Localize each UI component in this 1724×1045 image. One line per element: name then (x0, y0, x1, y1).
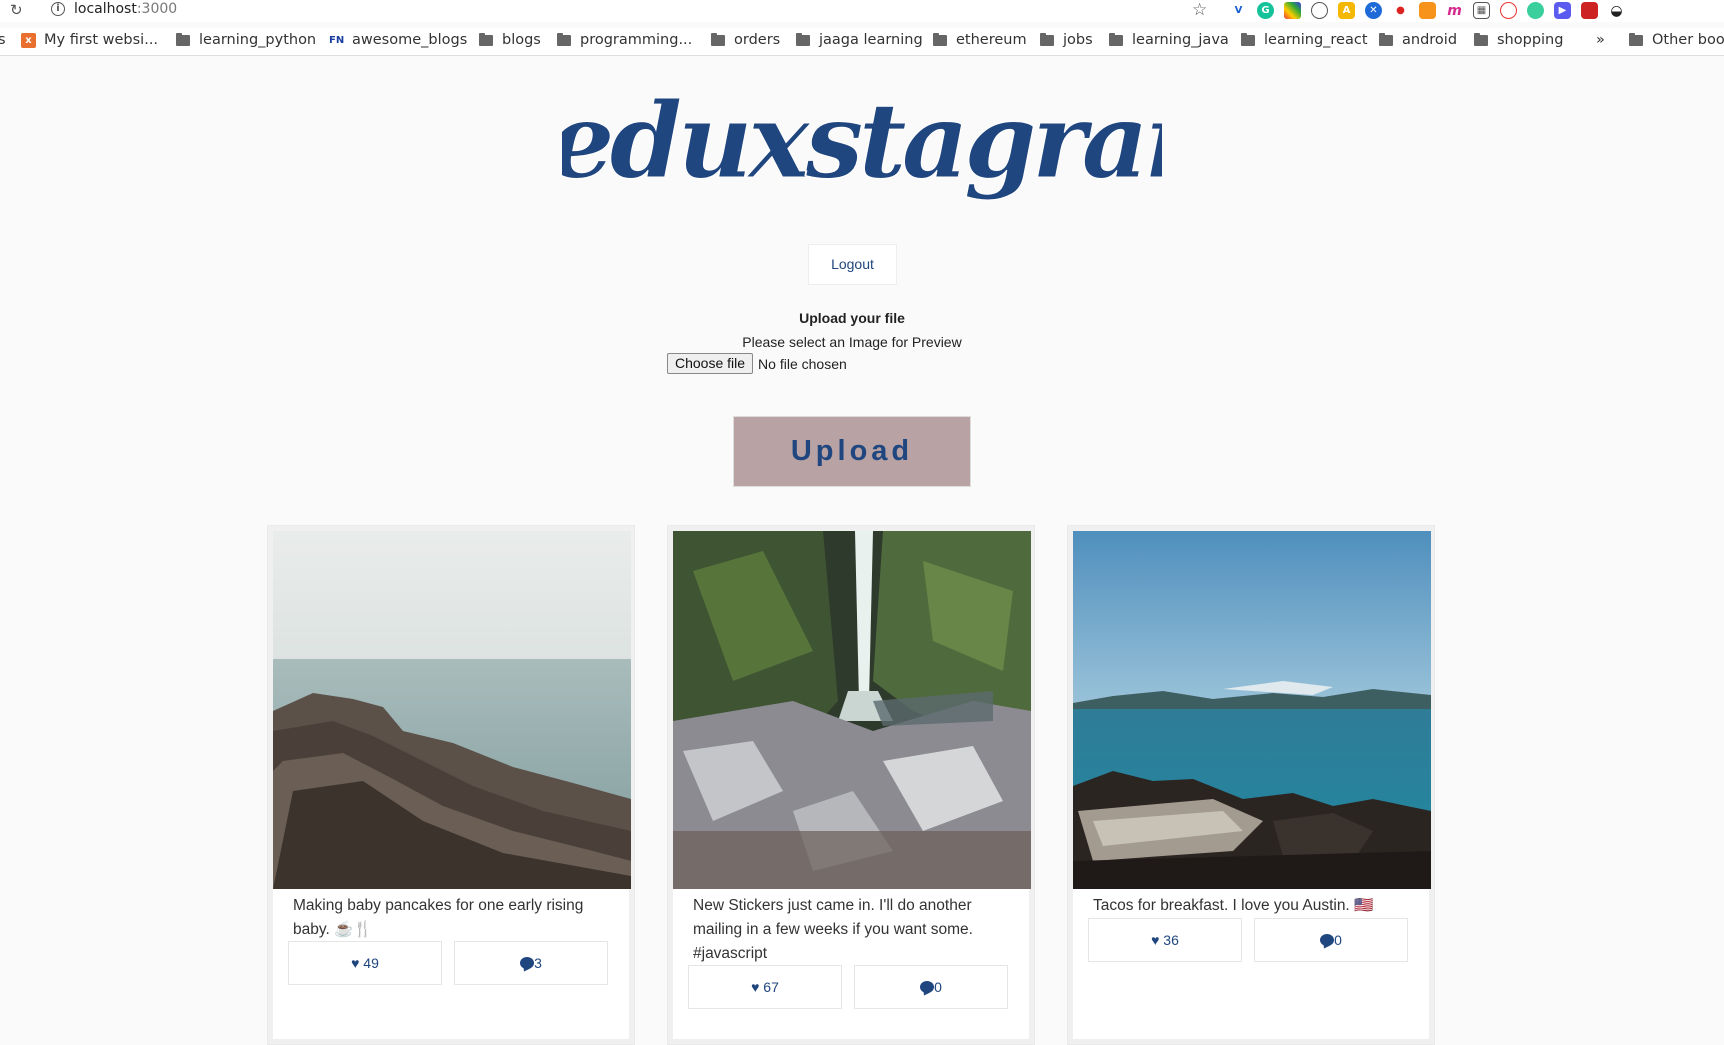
bookmark-folder[interactable]: blogs (479, 32, 541, 48)
bookmark-folder[interactable]: learning_python (176, 32, 316, 48)
app-logo: Reduxstagram (0, 77, 1724, 237)
folder-icon (933, 32, 947, 46)
upload-title: Upload your file (799, 310, 905, 326)
post-card: New Stickers just came in. I'll do anoth… (667, 525, 1035, 1045)
comment-count: 3 (534, 955, 542, 971)
folder-icon (1379, 32, 1393, 46)
folder-icon (1109, 32, 1123, 46)
address-bar[interactable]: localhost:3000 (74, 1, 177, 17)
bookmark-folder[interactable]: ethereum (933, 32, 1027, 48)
folder-icon (176, 32, 190, 46)
folder-icon (1474, 32, 1488, 46)
vue-devtools-icon[interactable]: V (1230, 2, 1247, 19)
comment-count: 0 (934, 979, 942, 995)
folder-icon (557, 32, 571, 46)
file-input: Choose file No file chosen (667, 353, 847, 374)
location-pin-icon[interactable]: ● (1392, 2, 1409, 19)
logout-button[interactable]: Logout (808, 244, 897, 285)
green-circle-icon[interactable] (1527, 2, 1544, 19)
comment-count: 0 (1334, 932, 1342, 948)
bookmark-folder[interactable]: android (1379, 32, 1457, 48)
extension-icons: V G A ✕ ● m ▦ ▶ ◒ (1230, 2, 1625, 19)
grid-extension-icon[interactable]: ▦ (1473, 2, 1490, 19)
post-card: Making baby pancakes for one early risin… (267, 525, 635, 1045)
like-button[interactable]: ♥ 49 (288, 941, 442, 985)
app-page: Reduxstagram Logout Upload your file Ple… (0, 57, 1724, 1045)
bookmark-folder[interactable]: learning_java (1109, 32, 1229, 48)
circle-extension-icon[interactable] (1311, 2, 1328, 19)
browser-toolbar: ↻ i localhost:3000 ☆ V G A ✕ ● m ▦ ▶ ◒ (0, 0, 1724, 22)
bookmark-folder[interactable]: jaaga learning (796, 32, 923, 48)
svg-text:Reduxstagram: Reduxstagram (562, 79, 1162, 202)
folder-icon (479, 32, 493, 46)
site-info-icon[interactable]: i (51, 2, 65, 16)
metamask-icon[interactable] (1419, 2, 1436, 19)
bookmark-folder[interactable]: Other boo (1629, 32, 1724, 48)
upload-hint: Please select an Image for Preview (742, 334, 962, 350)
bookmark-folder[interactable]: learning_react (1241, 32, 1368, 48)
red-square-icon[interactable] (1581, 2, 1598, 19)
comment-button[interactable]: 0 (854, 965, 1008, 1009)
bookmarks-bar: s x My first websi... learning_python FN a… (0, 28, 1724, 56)
grammarly-icon[interactable]: G (1257, 2, 1274, 19)
translate-icon[interactable]: A (1338, 2, 1355, 19)
bookmark-folder[interactable]: orders (711, 32, 780, 48)
folder-icon (796, 32, 810, 46)
comment-button[interactable]: 3 (454, 941, 608, 985)
bookmark-folder[interactable]: programming... (557, 32, 692, 48)
bookmarks-overflow-button[interactable]: » (1596, 32, 1605, 48)
comment-icon (920, 981, 935, 993)
bookmark-folder[interactable]: jobs (1040, 32, 1093, 48)
post-caption: New Stickers just came in. I'll do anoth… (693, 897, 973, 962)
like-button[interactable]: ♥ 67 (688, 965, 842, 1009)
reload-icon[interactable]: ↻ (10, 1, 23, 19)
bookmark-star-icon[interactable]: ☆ (1192, 0, 1207, 20)
blue-x-icon[interactable]: ✕ (1365, 2, 1382, 19)
bookmark-folder[interactable]: shopping (1474, 32, 1563, 48)
folder-icon (1040, 32, 1054, 46)
incognito-icon[interactable]: ◒ (1608, 2, 1625, 19)
post-photo[interactable] (273, 531, 631, 889)
bookmark-item[interactable]: x My first websi... (21, 32, 158, 48)
post-caption: Making baby pancakes for one early risin… (293, 897, 584, 938)
choose-file-button[interactable]: Choose file (667, 353, 754, 374)
post-photo[interactable] (673, 531, 1031, 889)
file-status: No file chosen (758, 355, 847, 372)
fn-icon: FN (329, 32, 345, 48)
post-caption: Tacos for breakfast. I love you Austin. … (1093, 897, 1374, 914)
folder-icon (1629, 32, 1643, 46)
xampp-icon: x (21, 32, 36, 48)
comment-icon (1320, 934, 1335, 946)
spiral-extension-icon[interactable] (1500, 2, 1517, 19)
folder-icon (1241, 32, 1255, 46)
m-extension-icon[interactable]: m (1446, 2, 1463, 19)
comment-button[interactable]: 0 (1254, 918, 1408, 962)
post-card: Tacos for breakfast. I love you Austin. … (1067, 525, 1435, 1045)
logo-wordmark: Reduxstagram (562, 79, 1162, 203)
post-photo[interactable] (1073, 531, 1431, 889)
folder-icon (711, 32, 725, 46)
bookmark-item[interactable]: s (0, 32, 6, 48)
upload-button[interactable]: Upload (733, 416, 971, 487)
comment-icon (520, 957, 535, 969)
like-button[interactable]: ♥ 36 (1088, 918, 1242, 962)
camera-extension-icon[interactable]: ▶ (1554, 2, 1571, 19)
color-picker-icon[interactable] (1284, 2, 1301, 19)
bookmark-item[interactable]: FN awesome_blogs (329, 32, 467, 48)
